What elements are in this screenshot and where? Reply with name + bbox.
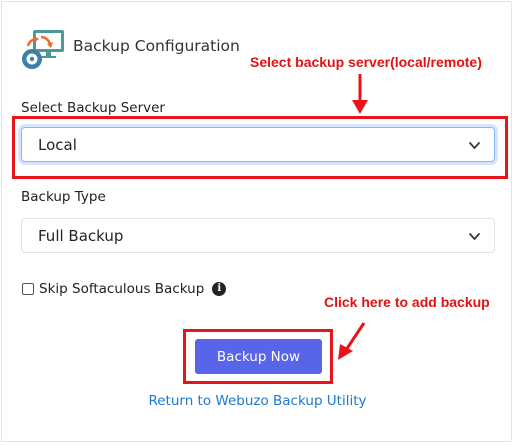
backup-monitor-icon (22, 30, 64, 69)
add-backup-annotation: Click here to add backup (324, 294, 490, 310)
annotation-arrow-diagonal-icon (338, 322, 366, 360)
chevron-down-icon (469, 142, 480, 149)
backup-now-button[interactable]: Backup Now (195, 339, 322, 374)
backup-type-value: Full Backup (38, 227, 124, 245)
annotation-arrow-down-icon (352, 74, 368, 114)
skip-softaculous-row: Skip Softaculous Backup i (22, 281, 227, 297)
page-title: Backup Configuration (73, 37, 240, 55)
skip-softaculous-checkbox[interactable] (22, 283, 34, 295)
info-icon[interactable]: i (212, 282, 227, 296)
backup-type-select[interactable]: Full Backup (21, 218, 495, 253)
backup-server-label: Select Backup Server (21, 100, 165, 116)
backup-server-value: Local (38, 136, 77, 154)
return-to-backup-utility-link[interactable]: Return to Webuzo Backup Utility (0, 393, 515, 409)
skip-softaculous-label[interactable]: Skip Softaculous Backup (39, 281, 204, 297)
backup-type-label: Backup Type (21, 189, 106, 205)
chevron-down-icon (469, 233, 480, 240)
backup-server-select[interactable]: Local (21, 127, 495, 162)
select-server-annotation: Select backup server(local/remote) (250, 54, 482, 70)
